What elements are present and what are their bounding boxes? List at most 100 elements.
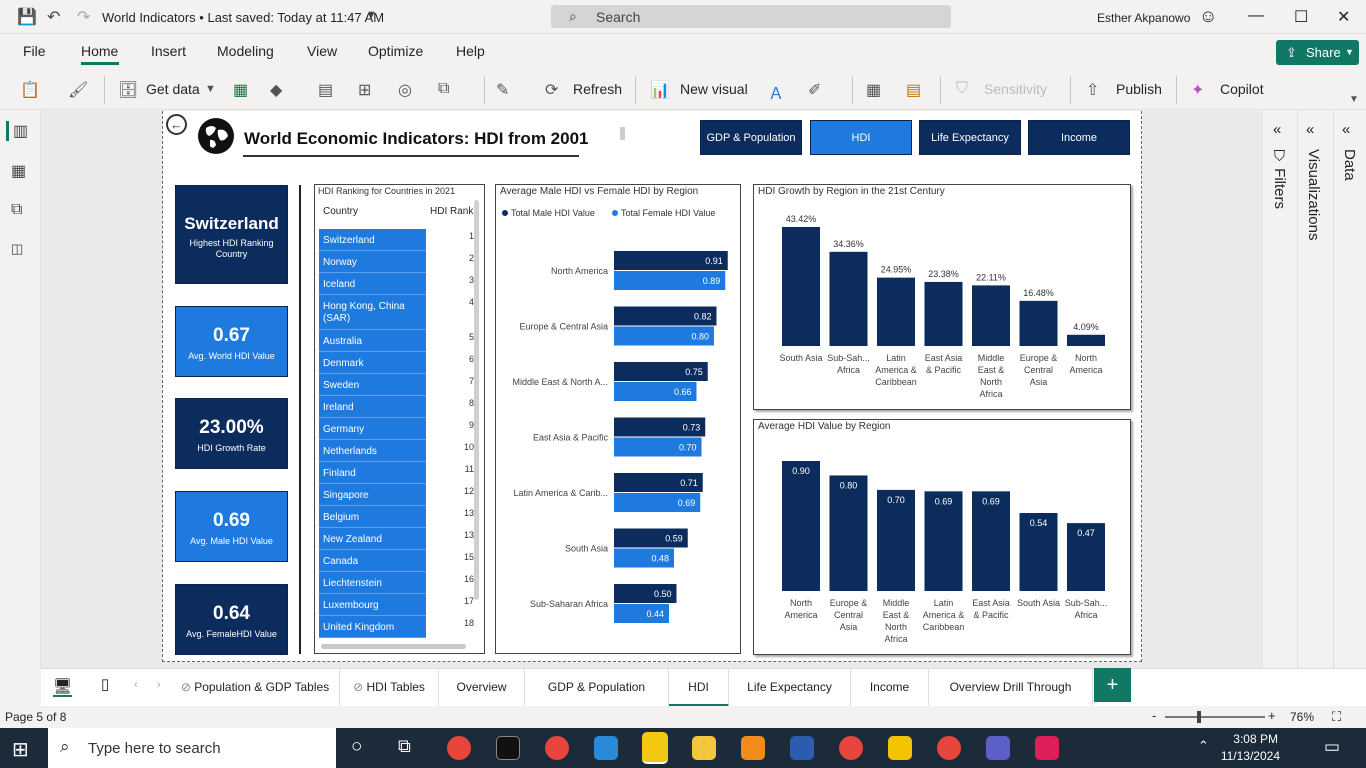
scroll-tabs-right-icon[interactable]: › [157, 679, 161, 691]
menu-optimize[interactable]: Optimize [368, 43, 423, 59]
nav-hdi-button[interactable]: HDI [810, 120, 912, 155]
kpi-card-female-hdi[interactable]: 0.64 Avg. FemaleHDI Value [175, 584, 288, 655]
undo-icon[interactable]: ↶ [47, 7, 60, 27]
table-row[interactable]: Denmark 6 [319, 352, 474, 374]
new-measure-icon[interactable]: ▦ [866, 80, 881, 100]
table-row[interactable]: Belgium 13 [319, 506, 474, 528]
table-row[interactable]: Liechtenstein 16 [319, 572, 474, 594]
bar[interactable] [1019, 300, 1058, 346]
clock-time[interactable]: 3:08 PM [1232, 732, 1278, 746]
transform-data-icon[interactable]: ⧉ [438, 80, 449, 98]
user-name[interactable]: Esther Akpanowo [1097, 11, 1190, 25]
redo-icon[interactable]: ↷ [77, 7, 90, 27]
close-button[interactable]: ✕ [1337, 7, 1350, 27]
table-row[interactable]: Hong Kong, China (SAR) 4 [319, 295, 474, 330]
avg-hdi-chart[interactable]: Average HDI Value by Region 0.90 North Ame… [753, 419, 1131, 655]
kpi-card-growth-rate[interactable]: 23.00% HDI Growth Rate [175, 398, 288, 469]
kpi-card-world-hdi[interactable]: 0.67 Avg. World HDI Value [175, 306, 288, 377]
male-female-hdi-chart[interactable]: Average Male HDI vs Female HDI by Region… [495, 184, 741, 654]
bar[interactable] [924, 281, 963, 346]
save-icon[interactable]: 💾 [17, 7, 37, 27]
excel-icon[interactable]: ▦ [233, 80, 248, 100]
minimize-button[interactable]: — [1248, 7, 1264, 25]
column-header-country[interactable]: Country [323, 206, 358, 217]
visualizations-collapse-icon[interactable]: « [1306, 121, 1314, 138]
table-row[interactable]: Australia 5 [319, 330, 474, 352]
vlc-icon[interactable] [741, 736, 765, 760]
vertical-scrollbar[interactable] [474, 200, 479, 600]
bar[interactable] [782, 227, 820, 346]
terminal-icon[interactable] [496, 736, 520, 760]
refresh-button[interactable]: Refresh [573, 81, 622, 97]
filters-collapse-icon[interactable]: « [1273, 121, 1281, 138]
table-row[interactable]: Sweden 7 [319, 374, 474, 396]
tray-chevron-icon[interactable]: ⌃ [1198, 738, 1209, 754]
bar[interactable] [829, 475, 868, 591]
copilot-button[interactable]: Copilot [1220, 81, 1264, 97]
horizontal-scrollbar[interactable] [321, 644, 466, 649]
nav-gdp-population-button[interactable]: GDP & Population [700, 120, 802, 155]
task-view-icon[interactable]: ⧉ [398, 736, 411, 757]
menu-help[interactable]: Help [456, 43, 485, 59]
title-dropdown-icon[interactable]: ▼ [366, 9, 377, 21]
table-row[interactable]: Norway 2 [319, 251, 474, 273]
menu-file[interactable]: File [23, 43, 46, 59]
menu-insert[interactable]: Insert [151, 43, 186, 59]
page-tab-hdi-tables[interactable]: ⊘ HDI Tables [340, 669, 439, 707]
cortana-icon[interactable]: ○ [351, 736, 362, 758]
zoom-out-icon[interactable]: - [1152, 708, 1156, 723]
table-row[interactable]: United Kingdom 18 [319, 616, 474, 638]
taskbar-search-input[interactable]: ⌕ Type here to search [48, 728, 336, 768]
notifications-icon[interactable]: ▭ [1324, 737, 1340, 757]
more-visuals-icon[interactable]: ✐ [808, 80, 821, 100]
collapse-ribbon-icon[interactable]: ▼ [1349, 94, 1359, 105]
hdi-growth-chart[interactable]: HDI Growth by Region in the 21st Century… [753, 184, 1131, 410]
page-tab-income[interactable]: Income [851, 669, 929, 707]
chrome-profile-icon[interactable] [545, 736, 569, 760]
enter-data-icon[interactable]: ⊞ [358, 80, 371, 100]
dax-query-view-icon[interactable]: ◫ [11, 241, 23, 257]
zoom-level[interactable]: 76% [1290, 710, 1314, 724]
quick-measure-icon[interactable]: ▤ [906, 80, 921, 100]
zoom-slider-handle[interactable] [1197, 711, 1201, 723]
account-icon[interactable]: ☺ [1199, 6, 1217, 27]
data-collapse-icon[interactable]: « [1342, 121, 1350, 138]
clock-date[interactable]: 11/13/2024 [1220, 749, 1280, 763]
search-input[interactable]: ⌕ Search [551, 5, 951, 28]
table-row[interactable]: Luxembourg 17 [319, 594, 474, 616]
table-row[interactable]: Singapore 12 [319, 484, 474, 506]
scroll-tabs-left-icon[interactable]: ‹ [134, 679, 138, 691]
chrome-tertiary-icon[interactable] [937, 736, 961, 760]
zoom-in-icon[interactable]: + [1268, 708, 1276, 723]
power-bi-icon[interactable] [642, 732, 668, 764]
kpi-card-top-country[interactable]: Switzerland Highest HDI Ranking Country [175, 185, 288, 284]
table-row[interactable]: New Zealand 13 [319, 528, 474, 550]
fit-to-page-icon[interactable]: ⛶ [1332, 709, 1341, 725]
new-visual-button[interactable]: New visual [680, 81, 748, 97]
get-data-chevron-icon[interactable]: ▼ [205, 83, 216, 95]
menu-home[interactable]: Home [81, 43, 118, 59]
zoom-slider[interactable] [1165, 716, 1265, 718]
sensitivity-button[interactable]: Sensitivity [984, 81, 1047, 97]
bar[interactable] [829, 251, 868, 346]
nav-income-button[interactable]: Income [1028, 120, 1130, 155]
table-view-icon[interactable]: ▦ [11, 161, 26, 181]
add-page-button[interactable]: + [1094, 668, 1131, 702]
file-explorer-icon[interactable] [692, 736, 716, 760]
table-row[interactable]: Iceland 3 [319, 273, 474, 295]
dataverse-icon[interactable]: ▤ [318, 80, 333, 100]
nav-life-expectancy-button[interactable]: Life Expectancy [919, 120, 1021, 155]
chrome-icon[interactable] [447, 736, 471, 760]
document-title[interactable]: World Indicators • Last saved: Today at … [102, 10, 384, 25]
word-icon[interactable] [790, 736, 814, 760]
table-row[interactable]: Switzerland 1 [319, 229, 474, 251]
bar[interactable] [782, 461, 820, 591]
page-tab-life-expectancy[interactable]: Life Expectancy [729, 669, 851, 707]
bar[interactable] [972, 285, 1010, 346]
page-tab-gdp-population[interactable]: GDP & Population [525, 669, 669, 707]
maximize-button[interactable]: ☐ [1294, 7, 1308, 27]
recent-sources-icon[interactable]: ◎ [398, 80, 412, 100]
back-arrow-button[interactable]: ← [166, 114, 187, 135]
menu-view[interactable]: View [307, 43, 337, 59]
model-view-icon[interactable]: ⧉ [11, 201, 22, 219]
